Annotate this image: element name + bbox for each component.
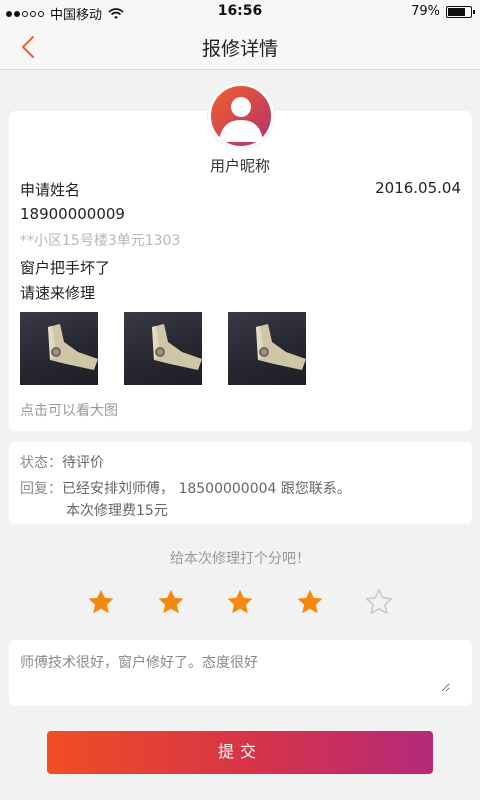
user-silhouette-icon xyxy=(219,97,263,142)
submit-button[interactable]: 提交 xyxy=(47,731,433,774)
repair-request: 请速来修理 xyxy=(20,284,96,302)
nav-bar: 报修详情 xyxy=(0,24,480,70)
star-5-icon[interactable] xyxy=(364,588,394,617)
phone-number: 18900000009 xyxy=(20,205,125,223)
battery-percent: 79% xyxy=(411,4,440,19)
star-3-icon[interactable] xyxy=(225,588,255,617)
reply-text: 已经安排刘师傅， 18500000004 跟您联系。 xyxy=(62,481,351,497)
page-title: 报修详情 xyxy=(201,38,278,60)
repair-fee-text: 本次修理费15元 xyxy=(66,503,168,519)
star-2-icon[interactable] xyxy=(156,588,186,617)
window-handle-image xyxy=(48,324,98,370)
apply-date: 2016.05.04 xyxy=(375,179,461,197)
window-handle-image xyxy=(152,324,202,370)
status-row: 状态：待评价 xyxy=(20,452,104,472)
user-avatar xyxy=(208,83,274,149)
issue-description: 窗户把手坏了 xyxy=(20,259,111,277)
applicant-name: 申请姓名 xyxy=(20,181,81,199)
repair-photo-2[interactable] xyxy=(124,312,202,385)
user-nickname: 用户昵称 xyxy=(209,157,270,175)
reply-label: 回复： xyxy=(20,481,62,497)
star-4-icon[interactable] xyxy=(295,588,325,617)
clock: 16:56 xyxy=(217,3,263,19)
reply-row: 回复：已经安排刘师傅， 18500000004 跟您联系。 xyxy=(20,478,351,498)
status-bar: 中国移动 16:56 79% xyxy=(0,0,480,24)
battery-icon xyxy=(446,5,475,18)
status-label: 状态： xyxy=(20,455,62,471)
window-handle-image xyxy=(256,324,306,370)
comment-input[interactable]: 师傅技术很好，窗户修好了。态度很好 xyxy=(20,652,450,692)
repair-fee: 本次修理费15元 xyxy=(66,500,168,520)
status-value: 待评价 xyxy=(62,455,104,471)
battery-fill xyxy=(448,7,466,16)
repair-photo-1[interactable] xyxy=(20,312,98,385)
view-large-image-hint[interactable]: 点击可以看大图 xyxy=(20,400,118,420)
repair-photo-3[interactable] xyxy=(228,312,306,385)
address: **小区15号楼3单元1303 xyxy=(20,233,181,249)
rating-prompt: 给本次修理打个分吧！ xyxy=(170,551,310,567)
star-1-icon[interactable] xyxy=(86,588,116,617)
